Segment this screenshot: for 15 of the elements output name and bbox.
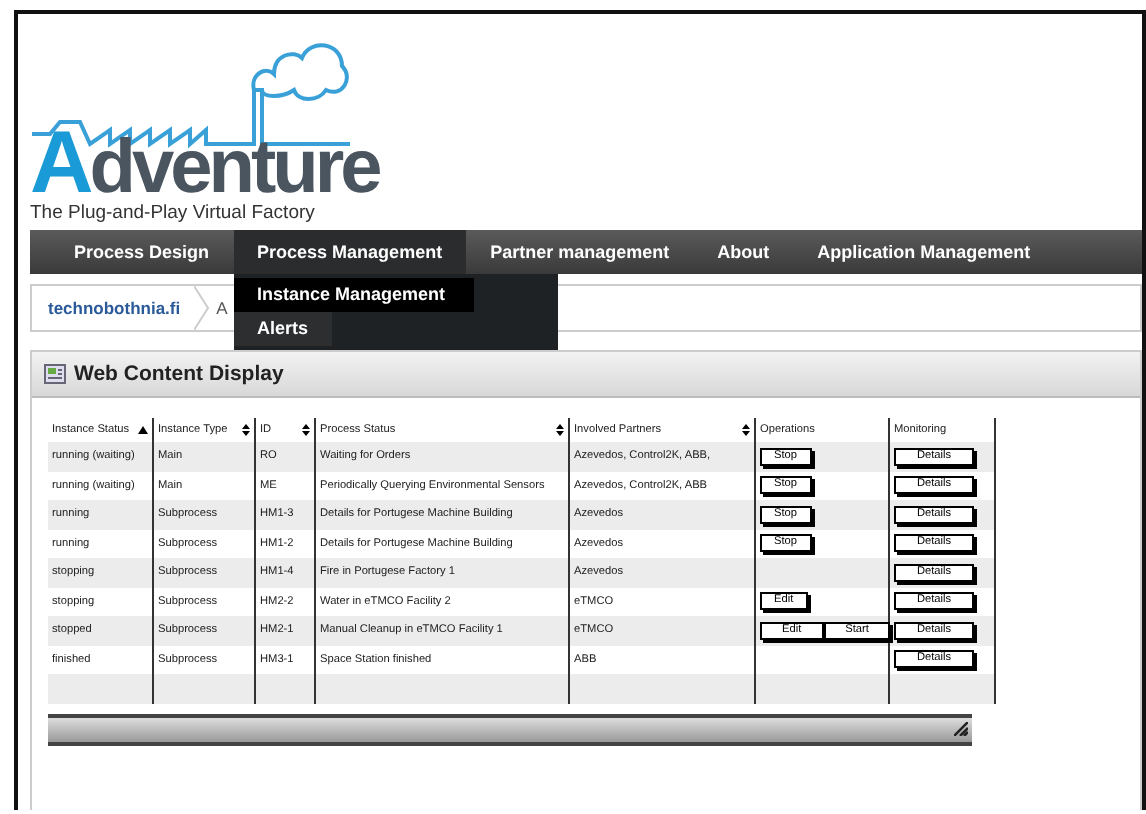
breadcrumb-link[interactable]: technobothnia.fi [32, 298, 195, 318]
dropdown-item[interactable]: Instance Management [233, 278, 474, 312]
logo-tagline: The Plug-and-Play Virtual Factory [30, 204, 315, 224]
portlet-title: Web Content Display [74, 362, 284, 386]
web-content-icon [44, 364, 66, 384]
dropdown-item[interactable]: Alerts [233, 312, 333, 346]
logo-text: Adventure [30, 130, 379, 202]
resize-grip-icon[interactable] [954, 721, 968, 735]
nav-item[interactable]: Partner management [466, 230, 694, 274]
nav-item[interactable]: About [693, 230, 794, 274]
horizontal-scrollbar[interactable] [48, 713, 972, 745]
nav-item[interactable]: Process Design [50, 230, 234, 274]
nav-item[interactable]: Process Management [233, 230, 467, 274]
nav-item[interactable]: Application Management [793, 230, 1055, 274]
breadcrumb-link[interactable]: A [210, 298, 236, 318]
